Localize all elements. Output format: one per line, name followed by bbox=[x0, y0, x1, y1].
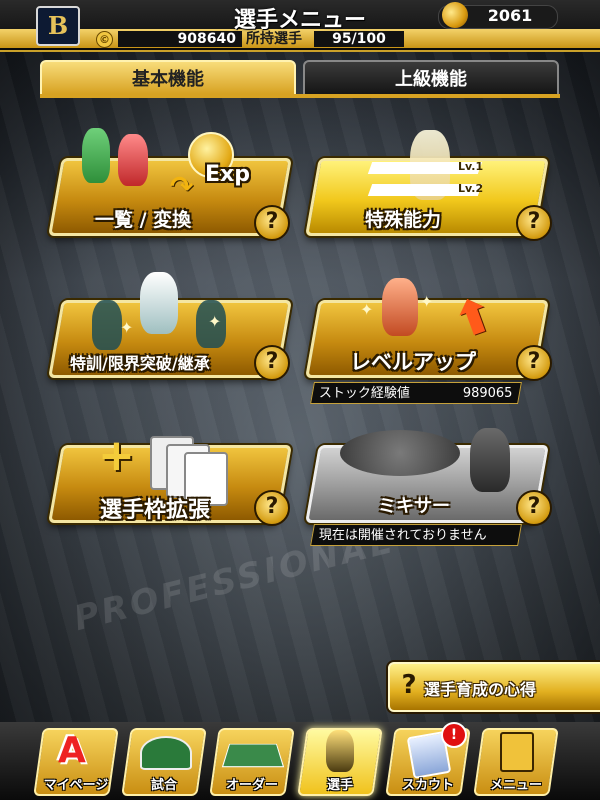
mixer-label: ミキサー bbox=[378, 496, 450, 517]
nav-order-label: オーダー bbox=[225, 778, 278, 793]
nav-players-label: 選手 bbox=[326, 778, 353, 793]
special-ability-help-icon[interactable]: ? bbox=[516, 205, 552, 241]
sparkle-icon: ✦ bbox=[420, 292, 434, 311]
plus-icon: + bbox=[98, 430, 135, 481]
sparkle-icon: ✦ bbox=[360, 300, 374, 319]
coin-count: 2061 bbox=[487, 6, 533, 25]
curved-arrow-icon: ↷ bbox=[170, 170, 194, 203]
lv1-label: Lv.1 bbox=[458, 160, 484, 173]
mixer-status-text: 現在は開催されておりません bbox=[318, 528, 487, 543]
player-silhouette-left-icon bbox=[92, 300, 122, 350]
batter-silhouette-icon bbox=[470, 428, 510, 492]
training-tips-label: 選手育成の心得 bbox=[424, 680, 537, 699]
sparkle-icon: ✦ bbox=[120, 318, 134, 337]
money-icon: © bbox=[96, 31, 113, 48]
notification-badge: ! bbox=[441, 722, 467, 748]
nav-scout-label: スカウト bbox=[401, 778, 454, 793]
mixer-help-icon[interactable]: ? bbox=[516, 490, 552, 526]
exp-text: Exp bbox=[205, 162, 250, 187]
field-order-icon bbox=[221, 743, 285, 768]
stock-exp-label: ストック経験値 bbox=[318, 386, 410, 401]
stock-exp-value: 989065 bbox=[463, 386, 513, 401]
a-badge-icon: A bbox=[58, 730, 86, 771]
tab-advanced-functions[interactable]: 上級機能 bbox=[303, 60, 559, 96]
list-exchange-help-icon[interactable]: ? bbox=[254, 205, 290, 241]
tab-underline bbox=[40, 94, 560, 98]
player-with-glove-icon bbox=[382, 278, 418, 336]
training-label: 特訓/限界突破/継承 bbox=[70, 354, 210, 373]
player-icon bbox=[326, 730, 354, 772]
level-up-help-icon[interactable]: ? bbox=[516, 345, 552, 381]
lv2-label: Lv.2 bbox=[458, 182, 484, 195]
tab-basic-functions[interactable]: 基本機能 bbox=[40, 60, 296, 96]
expand-slots-help-icon[interactable]: ? bbox=[254, 490, 290, 526]
sparkle-icon: ✦ bbox=[208, 312, 222, 331]
owned-players-count: 95/100 bbox=[314, 31, 404, 47]
player-red-icon bbox=[118, 134, 148, 186]
nav-menu-label: メニュー bbox=[489, 778, 542, 793]
question-icon: ? bbox=[401, 670, 417, 700]
expand-slots-label: 選手枠拡張 bbox=[100, 498, 211, 523]
player-center-icon bbox=[140, 272, 178, 334]
mixer-balls-icon bbox=[340, 430, 460, 476]
stadium-icon bbox=[140, 736, 192, 770]
training-help-icon[interactable]: ? bbox=[254, 345, 290, 381]
player-green-icon bbox=[82, 128, 110, 183]
nav-match-label: 試合 bbox=[150, 778, 177, 793]
special-ability-label: 特殊能力 bbox=[365, 209, 442, 231]
menu-character-icon bbox=[500, 732, 534, 772]
mixer-status-box: 現在は開催されておりません bbox=[310, 524, 522, 546]
owned-players-label: 所持選手 bbox=[246, 31, 302, 47]
level-up-label: レベルアップ bbox=[350, 350, 476, 374]
stock-exp-box: ストック経験値 989065 bbox=[310, 382, 522, 404]
list-exchange-label: 一覧 / 変換 bbox=[95, 209, 192, 231]
money-amount: 908640 bbox=[118, 31, 242, 47]
nav-mypage-label: マイページ bbox=[43, 778, 109, 793]
